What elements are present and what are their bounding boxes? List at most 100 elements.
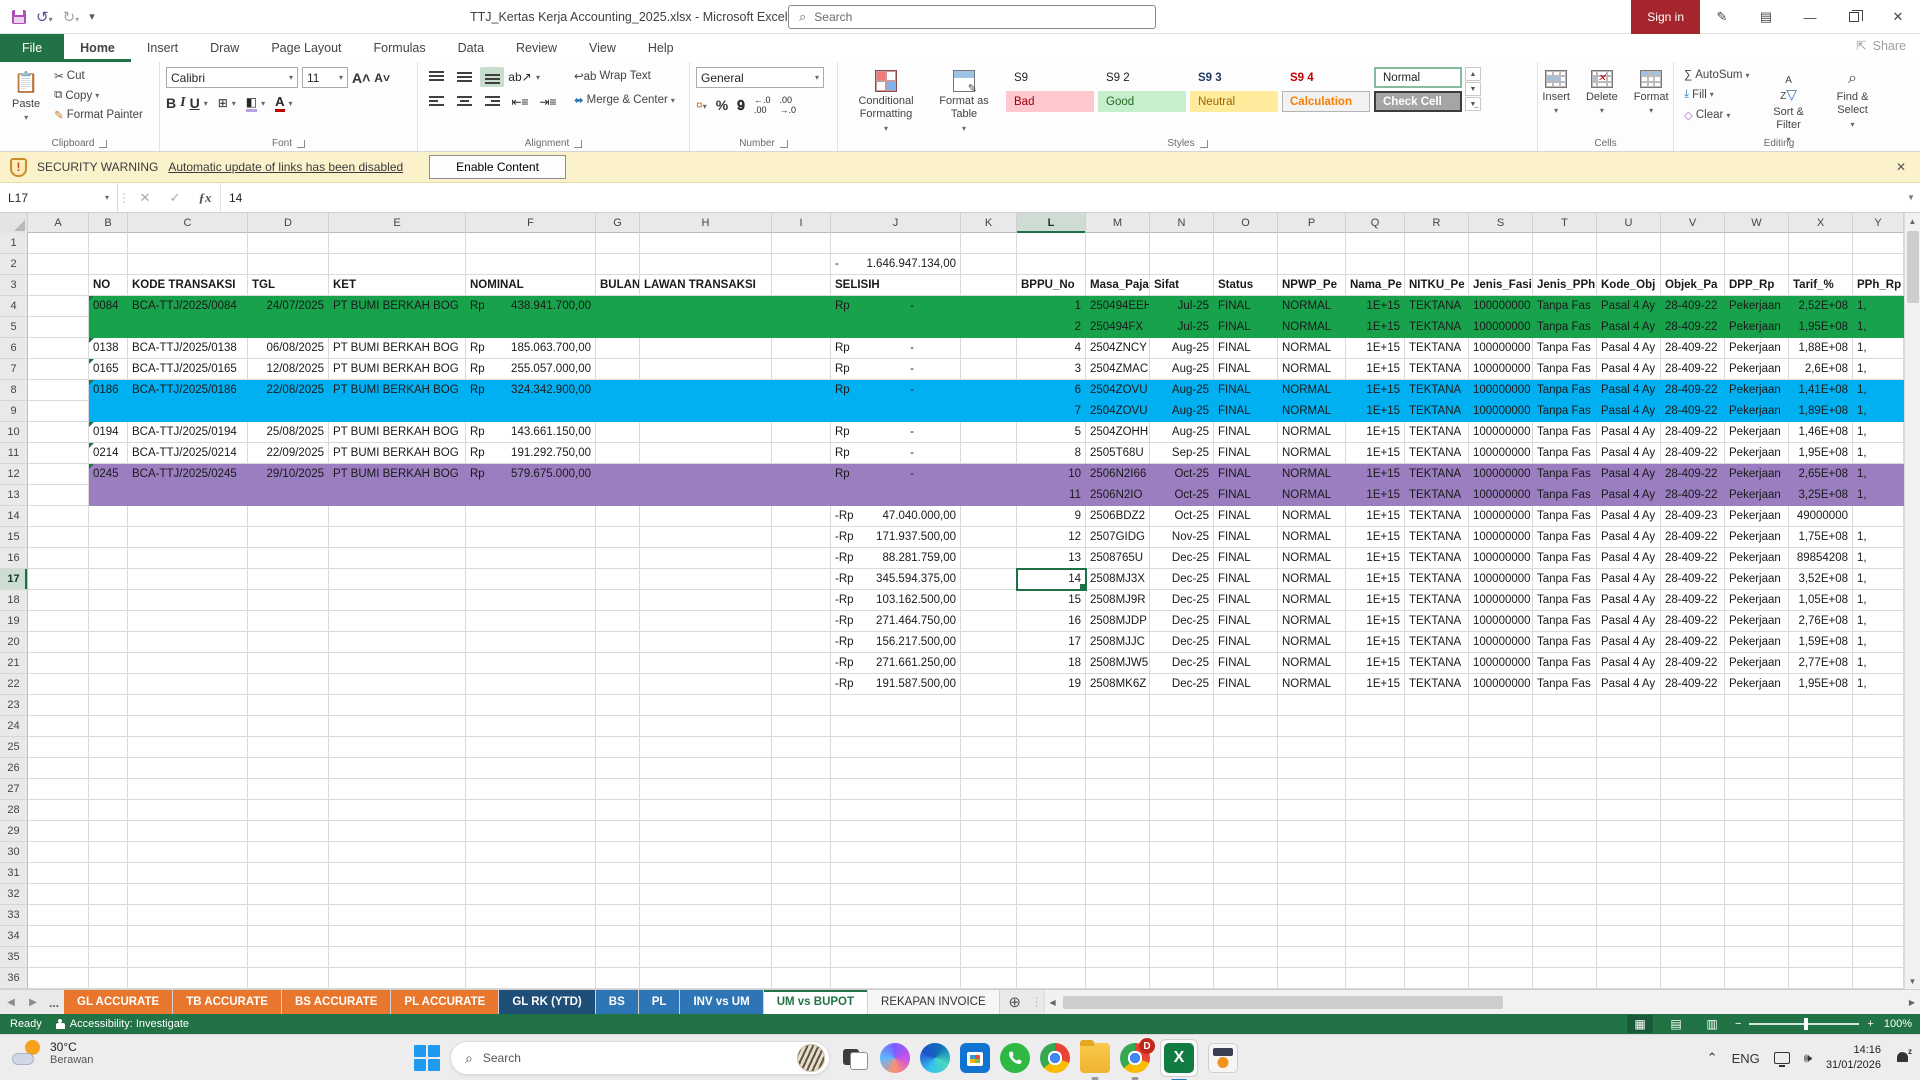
cell-Y19[interactable]: 1,	[1853, 611, 1904, 632]
cell-Y2[interactable]	[1853, 254, 1904, 275]
cell-E24[interactable]	[329, 716, 466, 737]
cell-Y16[interactable]: 1,	[1853, 548, 1904, 569]
cell-I32[interactable]	[772, 884, 831, 905]
cell-U2[interactable]	[1597, 254, 1661, 275]
cell-N25[interactable]	[1150, 737, 1214, 758]
cell-C10[interactable]: BCA-TTJ/2025/0194	[128, 422, 248, 443]
cell-D24[interactable]	[248, 716, 329, 737]
cell-E21[interactable]	[329, 653, 466, 674]
ribbon-tab-view[interactable]: View	[573, 34, 632, 62]
alignment-dialog-launcher[interactable]	[574, 140, 582, 148]
cell-B1[interactable]	[89, 233, 128, 254]
cell-T14[interactable]: Tanpa Fas	[1533, 506, 1597, 527]
cell-M2[interactable]	[1086, 254, 1150, 275]
row-header-32[interactable]: 32	[0, 884, 28, 905]
row-header-27[interactable]: 27	[0, 779, 28, 800]
cell-Y9[interactable]: 1,	[1853, 401, 1904, 422]
cell-A11[interactable]	[28, 443, 89, 464]
cell-E1[interactable]	[329, 233, 466, 254]
cell-P13[interactable]: NORMAL	[1278, 485, 1346, 506]
cell-T17[interactable]: Tanpa Fas	[1533, 569, 1597, 590]
cell-F21[interactable]	[466, 653, 596, 674]
cell-S9[interactable]: 100000000	[1469, 401, 1533, 422]
cell-F7[interactable]: Rp255.057.000,00	[466, 359, 596, 380]
cell-Y4[interactable]: 1,	[1853, 296, 1904, 317]
cell-W11[interactable]: Pekerjaan	[1725, 443, 1789, 464]
percent-style-icon[interactable]: %	[716, 97, 728, 113]
cell-G3[interactable]: BULAN	[596, 275, 640, 296]
cell-U13[interactable]: Pasal 4 Ay	[1597, 485, 1661, 506]
wrap-text-button[interactable]: ↩abWrap Text	[570, 67, 679, 85]
cell-Y29[interactable]	[1853, 821, 1904, 842]
cell-B26[interactable]	[89, 758, 128, 779]
cell-W24[interactable]	[1725, 716, 1789, 737]
cell-I34[interactable]	[772, 926, 831, 947]
cell-U36[interactable]	[1597, 968, 1661, 989]
cell-E36[interactable]	[329, 968, 466, 989]
normal-view-icon[interactable]: ▦	[1627, 1015, 1653, 1033]
cell-V16[interactable]: 28-409-22	[1661, 548, 1725, 569]
zoom-level[interactable]: 100%	[1884, 1018, 1912, 1030]
cell-D10[interactable]: 25/08/2025	[248, 422, 329, 443]
row-header-30[interactable]: 30	[0, 842, 28, 863]
vertical-scrollbar[interactable]: ▲ ▼	[1904, 213, 1920, 989]
cell-L5[interactable]: 2	[1017, 317, 1086, 338]
cell-P30[interactable]	[1278, 842, 1346, 863]
cell-D33[interactable]	[248, 905, 329, 926]
cell-P24[interactable]	[1278, 716, 1346, 737]
cell-N6[interactable]: Aug-25	[1150, 338, 1214, 359]
column-header-K[interactable]: K	[961, 213, 1017, 233]
cell-M24[interactable]	[1086, 716, 1150, 737]
copy-button[interactable]: ⧉Copy▾	[50, 87, 147, 104]
cell-W4[interactable]: Pekerjaan	[1725, 296, 1789, 317]
cell-C25[interactable]	[128, 737, 248, 758]
cell-S1[interactable]	[1469, 233, 1533, 254]
ribbon-tab-insert[interactable]: Insert	[131, 34, 194, 62]
cell-G16[interactable]	[596, 548, 640, 569]
cell-I28[interactable]	[772, 800, 831, 821]
cell-W31[interactable]	[1725, 863, 1789, 884]
confirm-entry-icon[interactable]: ✓	[160, 183, 190, 212]
cell-U20[interactable]: Pasal 4 Ay	[1597, 632, 1661, 653]
security-warning-message[interactable]: Automatic update of links has been disab…	[168, 160, 403, 174]
pen-icon[interactable]: ✎	[1700, 0, 1744, 34]
fill-button[interactable]: ⤓Fill▾	[1680, 86, 1754, 103]
cell-Y5[interactable]: 1,	[1853, 317, 1904, 338]
cell-J20[interactable]: -Rp156.217.500,00	[831, 632, 961, 653]
cell-U18[interactable]: Pasal 4 Ay	[1597, 590, 1661, 611]
cell-M17[interactable]: 2508MJ3X	[1086, 569, 1150, 590]
cell-I30[interactable]	[772, 842, 831, 863]
cell-X32[interactable]	[1789, 884, 1853, 905]
cell-O17[interactable]: FINAL	[1214, 569, 1278, 590]
cell-W22[interactable]: Pekerjaan	[1725, 674, 1789, 695]
row-header-14[interactable]: 14	[0, 506, 28, 527]
cell-O20[interactable]: FINAL	[1214, 632, 1278, 653]
cell-X1[interactable]	[1789, 233, 1853, 254]
cell-A1[interactable]	[28, 233, 89, 254]
cell-O18[interactable]: FINAL	[1214, 590, 1278, 611]
cell-Y35[interactable]	[1853, 947, 1904, 968]
cell-R5[interactable]: TEKTANA	[1405, 317, 1469, 338]
cell-B21[interactable]	[89, 653, 128, 674]
cell-W8[interactable]: Pekerjaan	[1725, 380, 1789, 401]
cell-X29[interactable]	[1789, 821, 1853, 842]
cell-D8[interactable]: 22/08/2025	[248, 380, 329, 401]
ribbon-tab-formulas[interactable]: Formulas	[358, 34, 442, 62]
cell-J25[interactable]	[831, 737, 961, 758]
style-s9-3[interactable]: S9 3	[1190, 67, 1278, 88]
cell-X20[interactable]: 1,59E+08	[1789, 632, 1853, 653]
format-as-table-button[interactable]: Format as Table▾	[928, 67, 1000, 136]
cell-B16[interactable]	[89, 548, 128, 569]
cell-A23[interactable]	[28, 695, 89, 716]
row-header-1[interactable]: 1	[0, 233, 28, 254]
cell-S26[interactable]	[1469, 758, 1533, 779]
cell-P11[interactable]: NORMAL	[1278, 443, 1346, 464]
cell-N3[interactable]: Sifat	[1150, 275, 1214, 296]
cell-N32[interactable]	[1150, 884, 1214, 905]
cell-C18[interactable]	[128, 590, 248, 611]
cell-Y21[interactable]: 1,	[1853, 653, 1904, 674]
cell-B7[interactable]: 0165	[89, 359, 128, 380]
cell-G22[interactable]	[596, 674, 640, 695]
cell-E17[interactable]	[329, 569, 466, 590]
font-family-select[interactable]: Calibri▾	[166, 67, 298, 88]
